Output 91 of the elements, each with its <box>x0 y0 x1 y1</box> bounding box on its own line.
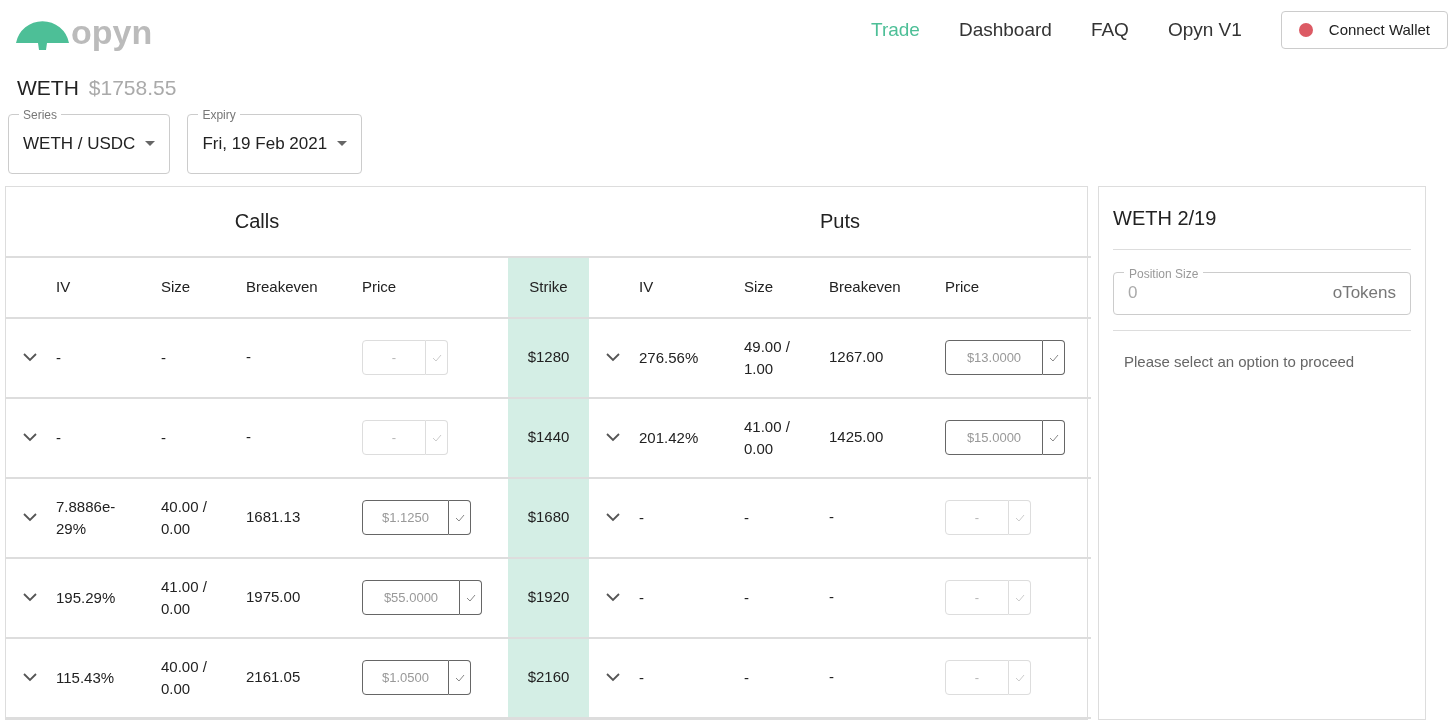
check-icon <box>1014 673 1025 682</box>
size-value: - <box>161 427 167 448</box>
iv-value: - <box>56 347 62 368</box>
check-icon <box>431 353 442 362</box>
chevron-down-icon[interactable] <box>606 353 620 362</box>
column-header: Price <box>945 277 980 295</box>
iv-value: - <box>639 667 645 688</box>
chevron-down-icon[interactable] <box>23 433 37 442</box>
iv-value: 7.8886e-29% <box>56 496 117 539</box>
size-value: 40.00 / 0.00 <box>161 656 208 699</box>
connect-wallet-button[interactable]: Connect Wallet <box>1280 11 1448 49</box>
chevron-down-icon[interactable] <box>23 353 37 362</box>
chevron-down-icon[interactable] <box>606 513 620 522</box>
strike-cell: $1280 <box>508 317 589 398</box>
breakeven-value: - <box>246 348 251 366</box>
breakeven-value: 1975.00 <box>246 588 301 606</box>
nav-link[interactable]: Dashboard <box>958 15 1052 45</box>
size-value: - <box>744 507 750 528</box>
caret-icon <box>337 141 348 146</box>
column-header: Breakeven <box>246 277 318 295</box>
check-icon <box>1048 353 1059 362</box>
column-header: Size <box>744 277 774 295</box>
calls-title: Calls <box>234 210 280 232</box>
strike-cell: $1920 <box>508 557 589 638</box>
size-value: 41.00 / 0.00 <box>744 416 791 459</box>
check-icon <box>465 593 476 602</box>
nav-link[interactable]: Opyn V1 <box>1167 15 1242 45</box>
asset-price: $1758.55 <box>88 75 177 101</box>
check-icon <box>1014 513 1025 522</box>
unit-label: oTokens <box>1332 282 1396 305</box>
column-header: IV <box>639 277 654 295</box>
caret-icon <box>145 141 156 146</box>
strike-cell: $2160 <box>508 637 589 718</box>
price-input[interactable]: $13.0000 <box>945 340 1043 375</box>
iv-value: - <box>639 507 645 528</box>
size-value: 40.00 / 0.00 <box>161 496 208 539</box>
iv-value: - <box>639 587 645 608</box>
breakeven-value: 1681.13 <box>246 508 301 526</box>
panel-title: WETH 2/19 <box>1113 206 1217 229</box>
column-header: IV <box>56 277 71 295</box>
confirm-button[interactable] <box>449 660 471 695</box>
chevron-down-icon[interactable] <box>23 673 37 682</box>
check-icon <box>454 513 465 522</box>
chevron-down-icon[interactable] <box>23 513 37 522</box>
iv-value: 201.42% <box>639 427 700 448</box>
column-header: Price <box>362 277 397 295</box>
size-value: 49.00 / 1.00 <box>744 336 791 379</box>
position-size-input[interactable]: 0 <box>1128 280 1228 306</box>
breakeven-value: - <box>246 428 251 446</box>
column-header: Breakeven <box>829 277 901 295</box>
iv-value: 195.29% <box>56 587 117 608</box>
check-icon <box>431 433 442 442</box>
size-value: - <box>744 587 750 608</box>
confirm-button[interactable] <box>460 580 482 615</box>
strike-cell: $1680 <box>508 477 589 558</box>
check-icon <box>1048 433 1059 442</box>
iv-value: - <box>56 427 62 448</box>
chevron-down-icon[interactable] <box>606 593 620 602</box>
breakeven-value: 2161.05 <box>246 668 301 686</box>
price-input[interactable]: $1.1250 <box>362 500 449 535</box>
size-value: - <box>744 667 750 688</box>
breakeven-value: 1425.00 <box>829 428 884 446</box>
iv-value: 276.56% <box>639 347 700 368</box>
confirm-button[interactable] <box>1043 420 1065 455</box>
logo-text: opyn <box>71 15 153 49</box>
size-value: - <box>161 347 167 368</box>
asset-name: WETH <box>17 75 79 101</box>
breakeven-value: - <box>829 588 834 606</box>
column-header: Size <box>161 277 191 295</box>
price-input[interactable]: $1.0500 <box>362 660 449 695</box>
confirm-button[interactable] <box>449 500 471 535</box>
check-icon <box>454 673 465 682</box>
chevron-down-icon[interactable] <box>606 433 620 442</box>
price-input[interactable]: $55.0000 <box>362 580 460 615</box>
strike-column-header: Strike <box>508 256 589 318</box>
select-value: WETH / USDC <box>23 132 136 155</box>
breakeven-value: - <box>829 508 834 526</box>
size-value: 41.00 / 0.00 <box>161 576 208 619</box>
iv-value: 115.43% <box>56 667 116 688</box>
check-icon <box>1014 593 1025 602</box>
price-input[interactable]: $15.0000 <box>945 420 1043 455</box>
chevron-down-icon[interactable] <box>23 593 37 602</box>
breakeven-value: - <box>829 668 834 686</box>
chevron-down-icon[interactable] <box>606 673 620 682</box>
puts-title: Puts <box>820 210 861 232</box>
nav-link[interactable]: FAQ <box>1090 15 1129 45</box>
breakeven-value: 1267.00 <box>829 348 884 366</box>
strike-cell: $1440 <box>508 397 589 478</box>
panel-message: Please select an option to proceed <box>1123 351 1356 372</box>
select-value: Fri, 19 Feb 2021 <box>202 132 328 155</box>
confirm-button[interactable] <box>1043 340 1065 375</box>
